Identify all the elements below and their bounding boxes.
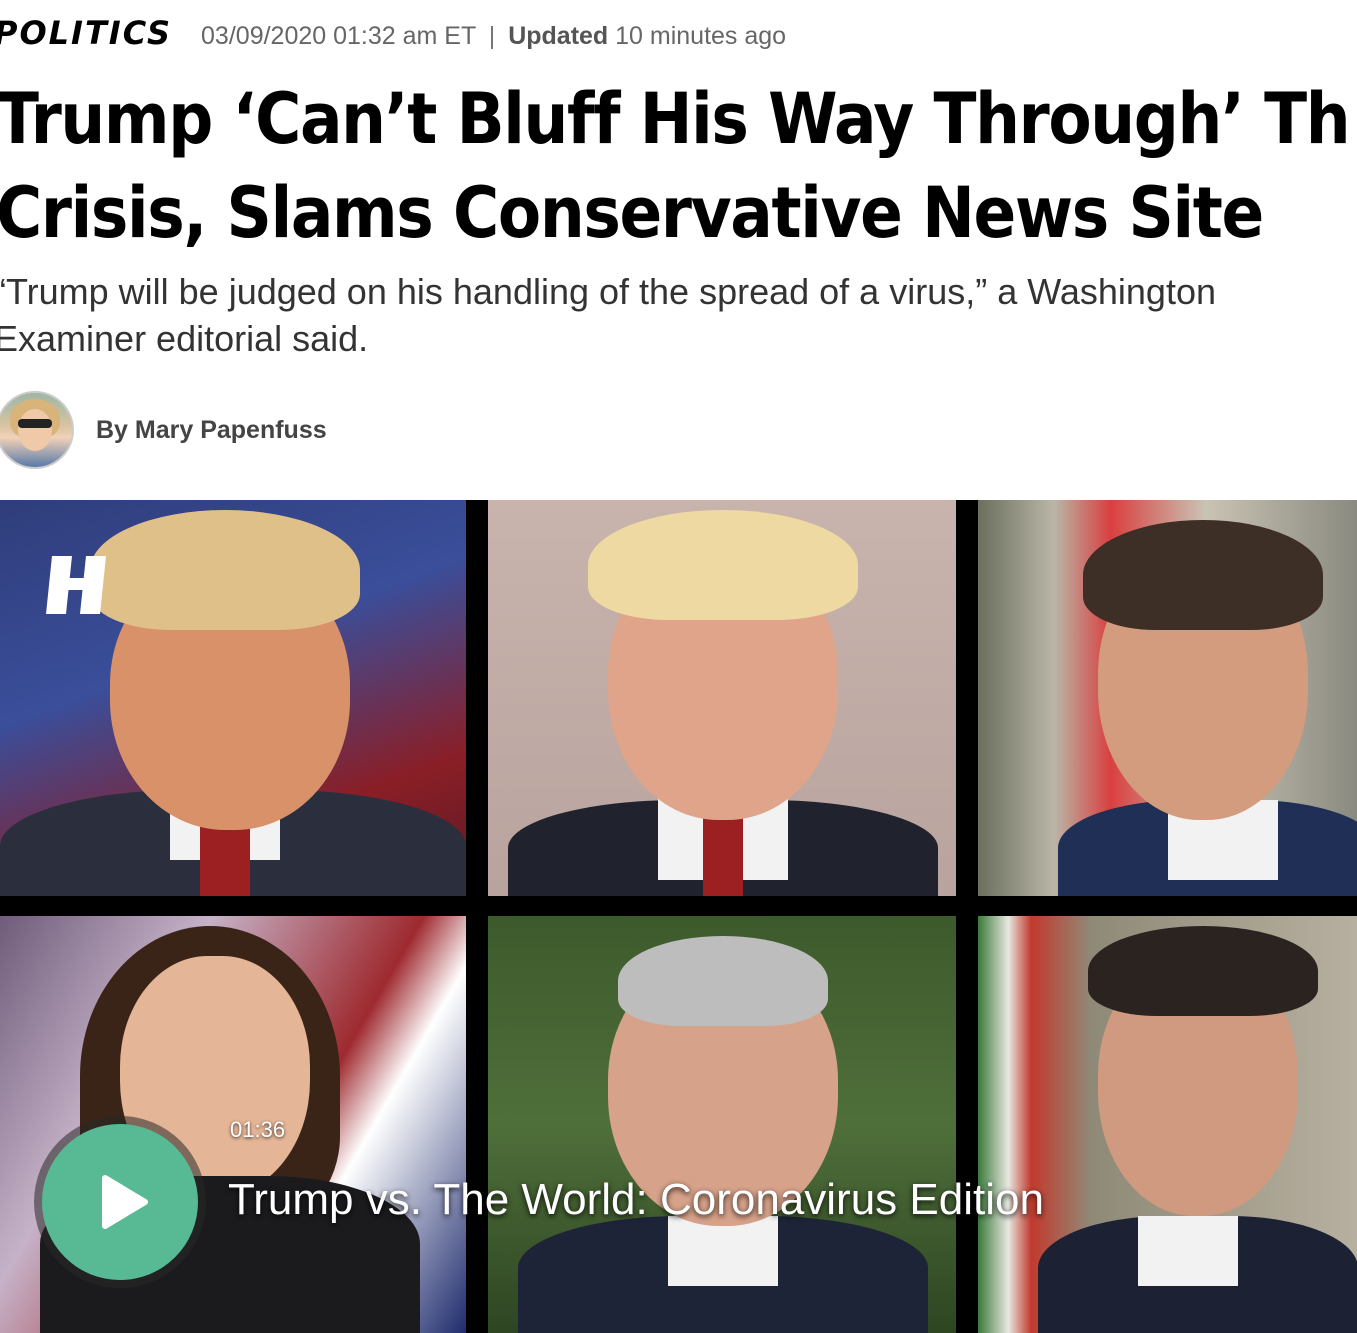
section-label[interactable]: POLITICS xyxy=(0,14,172,52)
article-page: POLITICS 03/09/2020 01:32 am ET | Update… xyxy=(0,0,1357,1333)
video-duration: 01:36 xyxy=(230,1117,286,1142)
headline: Trump ‘Can’t Bluff His Way Through’ Th C… xyxy=(0,72,1351,260)
thumbnail-cell xyxy=(0,500,466,896)
author-name[interactable]: By Mary Papenfuss xyxy=(96,416,327,445)
article-dek: “Trump will be judged on his handling of… xyxy=(0,268,1357,362)
thumbnail-cell xyxy=(488,500,956,896)
updated-label: Updated xyxy=(508,22,609,50)
video-title[interactable]: Trump vs. The World: Coronavirus Edition xyxy=(228,1175,1044,1225)
dek-line-2: Examiner editorial said. xyxy=(0,318,369,359)
huffpost-logo-icon xyxy=(46,556,106,614)
byline: By Mary Papenfuss xyxy=(0,390,327,470)
author-avatar[interactable] xyxy=(0,391,74,469)
article-meta: POLITICS 03/09/2020 01:32 am ET | Update… xyxy=(0,14,786,52)
updated-time: 10 minutes ago xyxy=(615,22,787,50)
meta-separator: | xyxy=(488,22,496,50)
publish-date: 03/09/2020 01:32 am ET xyxy=(201,22,476,50)
play-button[interactable] xyxy=(34,1116,206,1288)
thumbnail-cell xyxy=(488,916,956,1333)
headline-line-1: Trump ‘Can’t Bluff His Way Through’ Th xyxy=(0,78,1351,160)
dek-line-1: “Trump will be judged on his handling of… xyxy=(0,271,1216,312)
thumbnail-cell xyxy=(978,500,1357,896)
thumbnail-cell xyxy=(978,916,1357,1333)
video-player[interactable]: 01:36 Trump vs. The World: Coronavirus E… xyxy=(0,500,1357,1333)
headline-line-2: Crisis, Slams Conservative News Site xyxy=(0,172,1264,254)
play-icon xyxy=(102,1175,148,1229)
